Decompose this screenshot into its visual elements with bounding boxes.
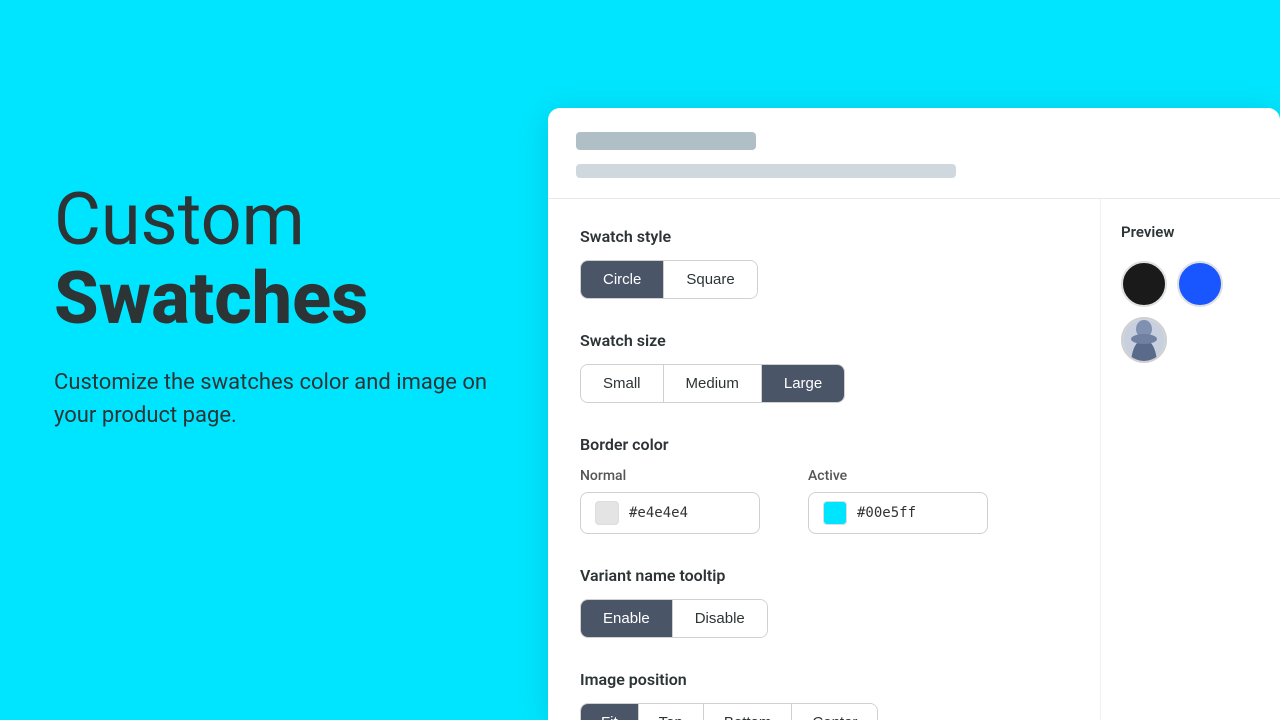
swatch-size-label: Swatch size: [580, 331, 1068, 350]
swatch-size-group: Small Medium Large: [580, 364, 845, 403]
active-color-value: #00e5ff: [857, 505, 916, 521]
active-color-swatch: [823, 501, 847, 525]
preview-swatches: [1121, 261, 1260, 363]
border-color-label: Border color: [580, 435, 1068, 454]
preview-swatch-black: [1121, 261, 1167, 307]
preview-panel: Preview: [1100, 199, 1280, 720]
main-title: Custom Swatches: [54, 180, 494, 338]
image-position-bottom-button[interactable]: Bottom: [704, 704, 793, 720]
variant-tooltip-enable-button[interactable]: Enable: [581, 600, 673, 637]
variant-tooltip-label: Variant name tooltip: [580, 566, 1068, 585]
image-position-label: Image position: [580, 670, 1068, 689]
variant-tooltip-group: Enable Disable: [580, 599, 768, 638]
left-content: Custom Swatches Customize the swatches c…: [54, 180, 494, 432]
swatch-style-square-button[interactable]: Square: [664, 261, 756, 298]
border-color-section: Border color Normal #e4e4e4 Active #0: [580, 435, 1068, 534]
preview-swatch-navy: [1121, 317, 1167, 363]
image-position-top-button[interactable]: Top: [639, 704, 704, 720]
skeleton-title: [576, 132, 756, 150]
preview-label: Preview: [1121, 223, 1260, 241]
swatch-style-section: Swatch style Circle Square: [580, 227, 1068, 299]
swatch-size-small-button[interactable]: Small: [581, 365, 664, 402]
active-color-group: Active #00e5ff: [808, 468, 988, 534]
swatch-size-large-button[interactable]: Large: [762, 365, 844, 402]
main-title-bold: Swatches: [54, 259, 494, 338]
settings-panel: Swatch style Circle Square Swatch size S…: [548, 108, 1280, 720]
variant-tooltip-disable-button[interactable]: Disable: [673, 600, 767, 637]
active-color-input[interactable]: #00e5ff: [808, 492, 988, 534]
swatch-style-circle-button[interactable]: Circle: [581, 261, 664, 298]
preview-swatch-blue: [1177, 261, 1223, 307]
border-color-row: Normal #e4e4e4 Active #00e5ff: [580, 468, 1068, 534]
panel-body: Swatch style Circle Square Swatch size S…: [548, 199, 1280, 720]
swatch-style-label: Swatch style: [580, 227, 1068, 246]
image-position-group: Fit Top Bottom Center: [580, 703, 878, 720]
normal-color-label: Normal: [580, 468, 760, 484]
image-position-fit-button[interactable]: Fit: [581, 704, 639, 720]
swatch-size-medium-button[interactable]: Medium: [664, 365, 762, 402]
image-position-section: Image position Fit Top Bottom Center: [580, 670, 1068, 720]
variant-tooltip-section: Variant name tooltip Enable Disable: [580, 566, 1068, 638]
swatch-size-section: Swatch size Small Medium Large: [580, 331, 1068, 403]
image-position-center-button[interactable]: Center: [792, 704, 877, 720]
normal-color-input[interactable]: #e4e4e4: [580, 492, 760, 534]
normal-color-swatch: [595, 501, 619, 525]
skeleton-subtitle: [576, 164, 956, 178]
panel-header: [548, 108, 1280, 199]
active-color-label: Active: [808, 468, 988, 484]
subtitle: Customize the swatches color and image o…: [54, 366, 494, 432]
panel-main: Swatch style Circle Square Swatch size S…: [548, 199, 1100, 720]
swatch-style-group: Circle Square: [580, 260, 758, 299]
normal-color-group: Normal #e4e4e4: [580, 468, 760, 534]
normal-color-value: #e4e4e4: [629, 505, 688, 521]
